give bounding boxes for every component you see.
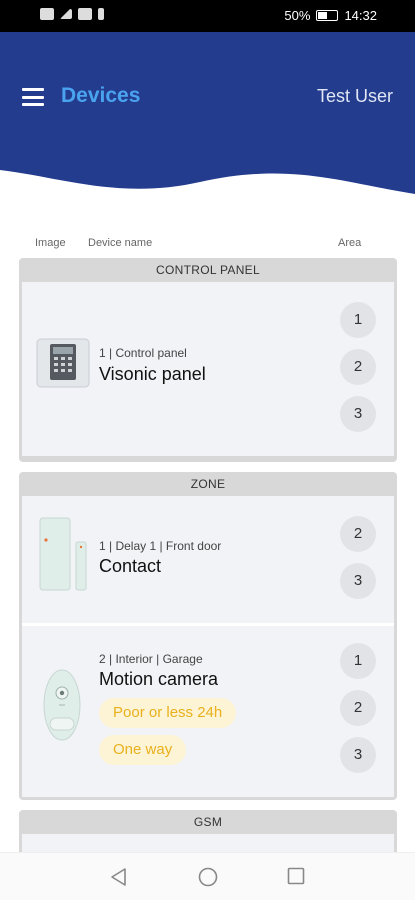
user-name[interactable]: Test User	[317, 86, 393, 107]
usb-icon	[98, 8, 104, 20]
device-card-motion-camera[interactable]: 2 | Interior | Garage Motion camera Poor…	[22, 623, 394, 797]
group-header: GSM	[193, 815, 223, 829]
area-badge-1[interactable]: 1	[340, 643, 376, 679]
battery-icon	[316, 10, 339, 21]
area-badge-3[interactable]: 3	[340, 737, 376, 773]
area-badge-3[interactable]: 3	[340, 563, 376, 599]
device-name: Visonic panel	[99, 364, 206, 384]
signal-icon	[60, 9, 72, 19]
nfc-icon	[40, 8, 54, 20]
area-badge-2[interactable]: 2	[340, 516, 376, 552]
clock: 14:32	[344, 8, 377, 23]
recents-icon[interactable]	[287, 867, 305, 885]
device-meta: 2 | Interior | Garage	[99, 652, 203, 666]
column-device-name: Device name	[88, 237, 153, 249]
door-contact-icon	[39, 517, 87, 591]
motion-camera-icon	[43, 669, 81, 741]
area-badge-1[interactable]: 1	[340, 302, 376, 338]
control-panel-icon	[36, 338, 90, 388]
system-navigation-bar	[0, 852, 415, 900]
device-card-visonic-panel[interactable]: 1 | Control panel Visonic panel 1 2 3	[22, 282, 394, 456]
device-name: Motion camera	[99, 669, 219, 689]
group-control-panel: CONTROL PANEL 1 | Control panel Visonic …	[19, 258, 397, 462]
group-zone: ZONE 1 | Delay 1 | Front door Contact 2 …	[19, 472, 397, 800]
column-image: Image	[35, 237, 66, 249]
group-header: ZONE	[190, 477, 226, 491]
area-badge-2[interactable]: 2	[340, 690, 376, 726]
column-headers: Image Device name Area	[0, 237, 415, 251]
area-badge-2[interactable]: 2	[340, 349, 376, 385]
header-wave-background	[0, 32, 415, 194]
device-name: Contact	[99, 556, 162, 576]
signal-status-chip: Poor or less 24h	[99, 698, 237, 728]
status-bar: 50% 14:32	[0, 0, 415, 32]
device-meta: 1 | Delay 1 | Front door	[99, 539, 222, 553]
app-header: Devices Test User	[0, 32, 415, 207]
battery-percent: 50%	[284, 8, 311, 23]
device-meta: 1 | Control panel	[99, 346, 187, 360]
device-card-contact[interactable]: 1 | Delay 1 | Front door Contact 2 3	[22, 496, 394, 623]
area-badge-3[interactable]: 3	[340, 396, 376, 432]
column-area: Area	[338, 237, 362, 249]
page-title: Devices	[61, 84, 141, 107]
home-icon[interactable]	[198, 867, 218, 887]
communication-mode-chip: One way	[99, 735, 187, 765]
group-header: CONTROL PANEL	[156, 263, 260, 277]
menu-icon[interactable]	[22, 88, 44, 106]
wifi-icon	[78, 8, 92, 20]
back-icon[interactable]	[109, 867, 127, 887]
